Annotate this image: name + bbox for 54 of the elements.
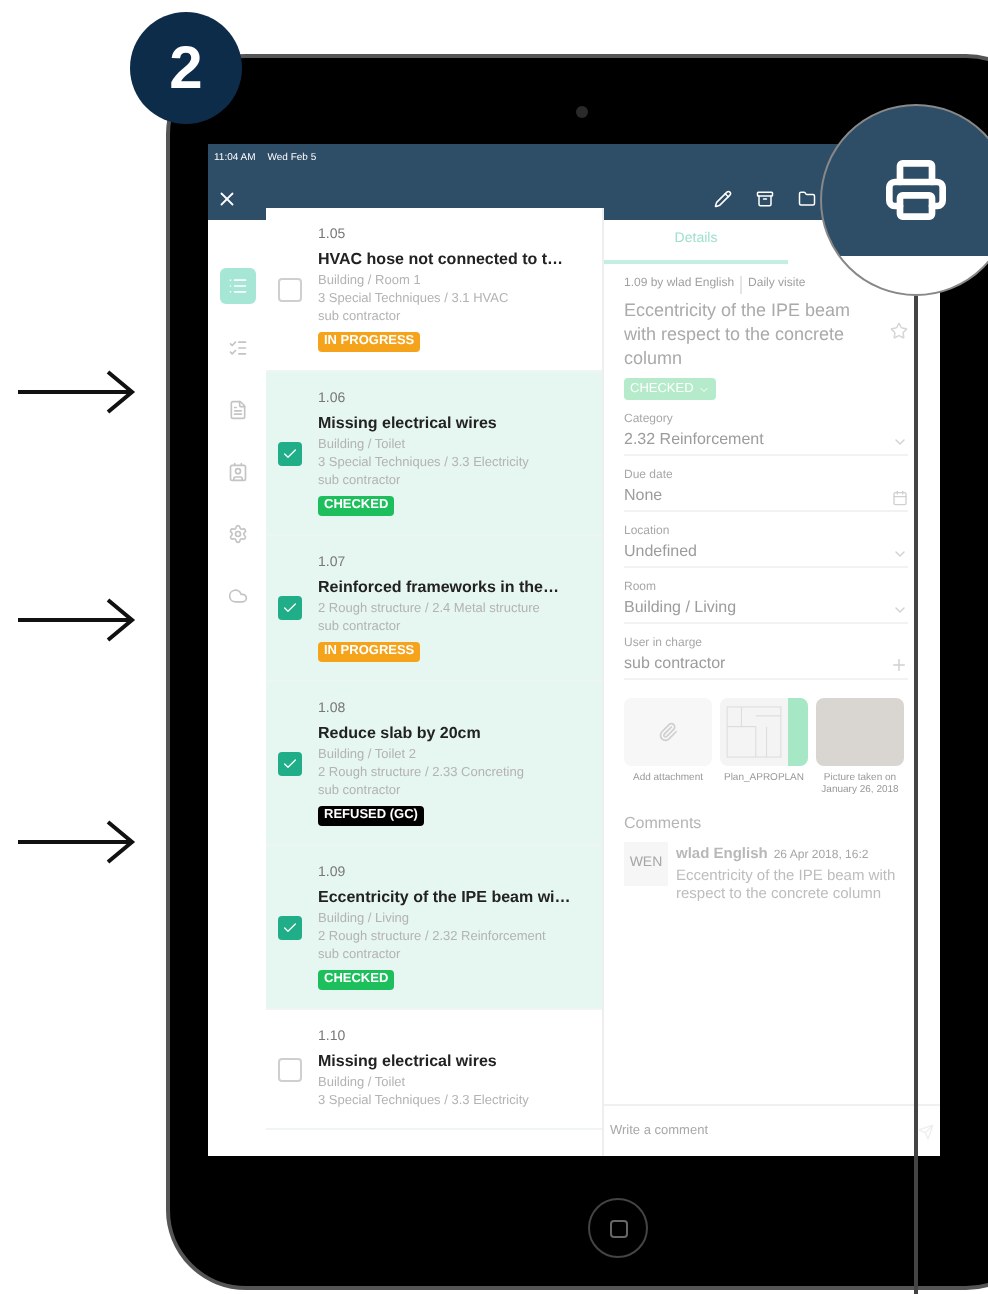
comments-heading: Comments bbox=[624, 812, 704, 836]
field-value: Undefined bbox=[624, 540, 699, 562]
issue-checkbox[interactable] bbox=[278, 751, 302, 775]
chevron-down-icon[interactable] bbox=[892, 434, 908, 450]
checklist-icon bbox=[227, 338, 247, 358]
issue-title: HVAC hose not connected to t… bbox=[318, 248, 564, 272]
issue-title: Missing electrical wires bbox=[318, 412, 497, 436]
plan-thumbnail[interactable] bbox=[720, 698, 808, 766]
pointer-arrow bbox=[16, 596, 136, 644]
home-square-icon bbox=[609, 1219, 627, 1237]
check-icon bbox=[282, 600, 298, 616]
settings-icon bbox=[227, 524, 247, 544]
field-value: None bbox=[624, 484, 665, 506]
check-icon bbox=[282, 445, 298, 461]
caret-icon bbox=[697, 383, 710, 395]
archive-box-icon[interactable] bbox=[756, 189, 774, 207]
calendar-icon[interactable] bbox=[892, 490, 908, 506]
issue-title: Reinforced frameworks in the… bbox=[318, 576, 559, 600]
detail-title: Eccentricity of the IPE beam with respect to the concrete column bbox=[624, 298, 853, 370]
pointer-arrow bbox=[16, 818, 136, 866]
issue-title: Eccentricity of the IPE beam wi… bbox=[318, 886, 571, 910]
sidebar-item[interactable] bbox=[219, 268, 255, 304]
home-button[interactable] bbox=[588, 1198, 648, 1258]
field-value: Building / Living bbox=[624, 596, 739, 618]
issue-checkbox[interactable] bbox=[278, 277, 302, 301]
chevron-down-icon[interactable] bbox=[892, 546, 908, 562]
camera-lens bbox=[576, 106, 588, 118]
check-icon bbox=[282, 919, 298, 935]
check-icon bbox=[282, 755, 298, 771]
chevron-down-icon[interactable] bbox=[892, 602, 908, 618]
printer-icon[interactable] bbox=[884, 158, 948, 222]
pencil-icon[interactable] bbox=[714, 189, 732, 207]
paperclip-icon bbox=[658, 722, 678, 742]
star-icon[interactable] bbox=[890, 322, 908, 340]
photo-placeholder[interactable] bbox=[816, 698, 904, 766]
step-badge: 2 bbox=[130, 12, 242, 124]
issue-checkbox[interactable] bbox=[278, 915, 302, 939]
add-attachment-tile[interactable] bbox=[624, 698, 712, 766]
issue-checkbox[interactable] bbox=[278, 596, 302, 620]
field-value: sub contractor bbox=[624, 652, 728, 674]
issue-title: Reduce slab by 20cm bbox=[318, 722, 481, 746]
plan-marker bbox=[788, 698, 808, 766]
contact-card-icon bbox=[227, 462, 247, 482]
close-icon[interactable] bbox=[216, 187, 238, 209]
folder-icon[interactable] bbox=[798, 189, 816, 207]
cloud-icon bbox=[227, 586, 247, 606]
issue-checkbox[interactable] bbox=[278, 441, 302, 465]
issue-title: Missing electrical wires bbox=[318, 1050, 497, 1074]
issue-checkbox[interactable] bbox=[278, 1057, 302, 1081]
field-value: 2.32 Reinforcement bbox=[624, 428, 766, 450]
plus-icon[interactable] bbox=[890, 656, 908, 674]
document-icon bbox=[227, 400, 247, 420]
send-icon[interactable] bbox=[918, 1123, 934, 1139]
pointer-arrow bbox=[16, 368, 136, 416]
